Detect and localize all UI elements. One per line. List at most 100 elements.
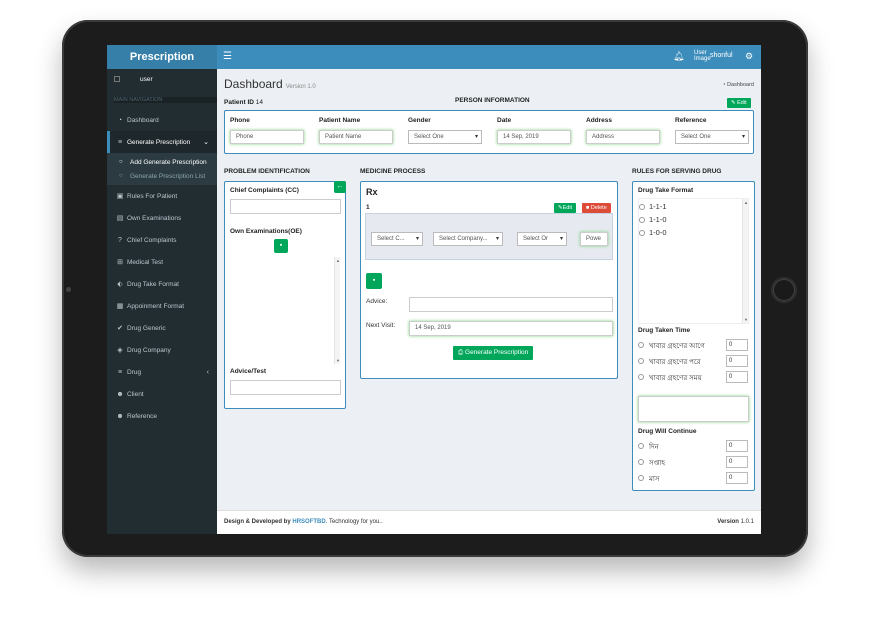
advice-test-label: Advice/Test <box>230 368 267 375</box>
footer-company-link[interactable]: HRSOFTBD <box>292 519 325 525</box>
continue-radio[interactable] <box>638 475 644 481</box>
oe-label: Own Examinations(OE) <box>230 228 302 235</box>
main-content: Dashboard Version 1.0 ◔ Dashboard Patient… <box>217 69 761 510</box>
select-generic[interactable]: Select C... <box>371 232 423 246</box>
time-radio[interactable] <box>638 374 644 380</box>
sidebar-item-client[interactable]: ☻ Client <box>107 383 217 405</box>
format-option: 1-1-1 <box>649 202 667 211</box>
sidebar-submenu: ○ Add Generate Prescription ○ Generate Pre… <box>107 153 217 185</box>
time-input[interactable]: 0 <box>726 355 748 367</box>
format-radio[interactable] <box>639 204 645 210</box>
home-button[interactable] <box>771 277 797 303</box>
add-medicine-button[interactable]: ▪ <box>366 273 382 289</box>
cc-input[interactable] <box>230 199 341 214</box>
continue-radio[interactable] <box>638 443 644 449</box>
phone-input[interactable]: Phone <box>230 130 304 144</box>
sidebar-subitem-add[interactable]: ○ Add Generate Prescription <box>107 155 217 169</box>
time-input[interactable]: 0 <box>726 339 748 351</box>
phone-label: Phone <box>230 117 250 124</box>
reference-select[interactable]: Select One <box>675 130 749 144</box>
time-radio[interactable] <box>638 358 644 364</box>
sidebar-item-chief-complaints[interactable]: ? Chief Complaints <box>107 229 217 251</box>
gender-select[interactable]: Select One <box>408 130 482 144</box>
medicine-delete-button[interactable]: ■ Delete <box>582 203 611 213</box>
continue-option: সপ্তাহ <box>649 460 666 467</box>
format-radio[interactable] <box>639 230 645 236</box>
rules-note-textarea[interactable] <box>638 396 749 422</box>
continue-radio[interactable] <box>638 459 644 465</box>
user-name[interactable]: shonful <box>710 52 733 59</box>
continue-input[interactable]: 0 <box>726 456 748 468</box>
user-image[interactable]: User Image <box>694 50 711 62</box>
list-icon: ≡ <box>117 138 123 146</box>
time-input[interactable]: 0 <box>726 371 748 383</box>
medicine-edit-button[interactable]: ✎Edit <box>554 203 577 213</box>
footer-tagline: Technology for you.. <box>328 519 383 525</box>
chevron-left-icon: ‹ <box>206 368 209 376</box>
person-edit-button[interactable]: ✎ Edit <box>727 98 751 108</box>
time-option: খাবার গ্রহণের পরে <box>649 359 701 366</box>
sidebar-item-medical-test[interactable]: ⊞ Medical Test <box>107 251 217 273</box>
list-icon: ≡ <box>117 368 123 376</box>
sidebar-item-generate-prescription[interactable]: ≡ Generate Prescription ⌄ <box>107 131 217 153</box>
oe-scrollbar[interactable]: ▲ ▼ <box>334 257 340 364</box>
advice-input[interactable] <box>409 297 613 312</box>
app-logo[interactable]: Prescription <box>107 45 217 69</box>
arrow-left-icon[interactable]: ← <box>334 181 346 193</box>
cc-label: Chief Complaints (CC) <box>230 187 299 194</box>
select-company[interactable]: Select Company... <box>433 232 503 246</box>
advice-label: Advice: <box>366 298 388 305</box>
scroll-down-icon[interactable]: ▼ <box>335 358 341 363</box>
edit-label: Edit <box>737 100 747 106</box>
person-info-box: Phone Phone Patient Name Patient Name Ge… <box>224 110 754 154</box>
sidebar-subitem-label: Add Generate Prescription <box>130 158 207 166</box>
sidebar-item-drug[interactable]: ≡ Drug ‹ <box>107 361 217 383</box>
user-avatar <box>114 76 120 83</box>
date-input[interactable]: 14 Sep, 2019 <box>497 130 571 144</box>
person-info-title: PERSON INFORMATION <box>455 97 530 104</box>
address-input[interactable]: Address <box>586 130 660 144</box>
bell-icon[interactable]: 🔔︎ <box>673 51 684 62</box>
sidebar-item-reference[interactable]: ☻ Reference <box>107 405 217 427</box>
scroll-up-icon[interactable]: ▲ <box>743 200 749 205</box>
sidebar-item-appoinment-format[interactable]: ▦ Appoinment Format <box>107 295 217 317</box>
sidebar-user-name: user <box>140 76 153 83</box>
format-scrollbar[interactable]: ▲ ▼ <box>742 199 748 323</box>
continue-input[interactable]: 0 <box>726 440 748 452</box>
calendar-icon: ▦ <box>116 303 124 310</box>
next-visit-label: Next Visit: <box>366 322 396 329</box>
format-radio[interactable] <box>639 217 645 223</box>
problem-box: Chief Complaints (CC) ← Own Examinations… <box>224 181 346 409</box>
generate-prescription-button[interactable]: ⎙ Generate Prescription <box>453 346 534 360</box>
sidebar-subitem-list[interactable]: ○ Generate Prescription List <box>107 169 217 183</box>
time-radio[interactable] <box>638 342 644 348</box>
sidebar-item-label: Client <box>127 390 144 398</box>
sidebar-item-drug-take-format[interactable]: ⬖ Drug Take Format <box>107 273 217 295</box>
select-or[interactable]: Select Or <box>517 232 567 246</box>
footer-design-text: Design & Developed by <box>224 519 291 525</box>
sidebar-item-label: Own Examinations <box>127 214 182 222</box>
sidebar-item-drug-company[interactable]: ◈ Drug Company <box>107 339 217 361</box>
rules-box: Drug Take Format 1-1-1 1-1-0 1-0-0 ▲ ▼ Dr… <box>632 181 755 491</box>
breadcrumb[interactable]: ◔ Dashboard <box>722 82 754 88</box>
sidebar-item-rules[interactable]: ▣ Rules For Patient <box>107 185 217 207</box>
chevron-down-icon: ⌄ <box>203 139 209 146</box>
add-oe-button[interactable]: ▪ <box>274 239 288 253</box>
power-input[interactable]: Powe <box>580 232 608 246</box>
cogs-icon[interactable]: ⚙ <box>745 51 753 62</box>
delete-label: Delete <box>590 205 607 211</box>
sidebar-item-own-examinations[interactable]: ▤ Own Examinations <box>107 207 217 229</box>
format-option: 1-1-0 <box>649 215 667 224</box>
next-visit-input[interactable]: 14 Sep, 2019 <box>409 321 613 336</box>
patient-name-input[interactable]: Patient Name <box>319 130 393 144</box>
page-title-text: Dashboard <box>224 77 283 91</box>
sidebar-item-dashboard[interactable]: ◔ Dashboard <box>107 109 217 131</box>
scroll-down-icon[interactable]: ▼ <box>743 317 749 322</box>
sidebar-item-drug-generic[interactable]: ✔ Drug Generic <box>107 317 217 339</box>
hamburger-icon[interactable]: ☰ <box>223 50 232 63</box>
scroll-up-icon[interactable]: ▲ <box>335 258 341 263</box>
rules-title: RULES FOR SERVING DRUG <box>632 168 722 175</box>
advice-test-input[interactable] <box>230 380 341 395</box>
continue-input[interactable]: 0 <box>726 472 748 484</box>
plus-icon: ▪ <box>279 242 283 249</box>
